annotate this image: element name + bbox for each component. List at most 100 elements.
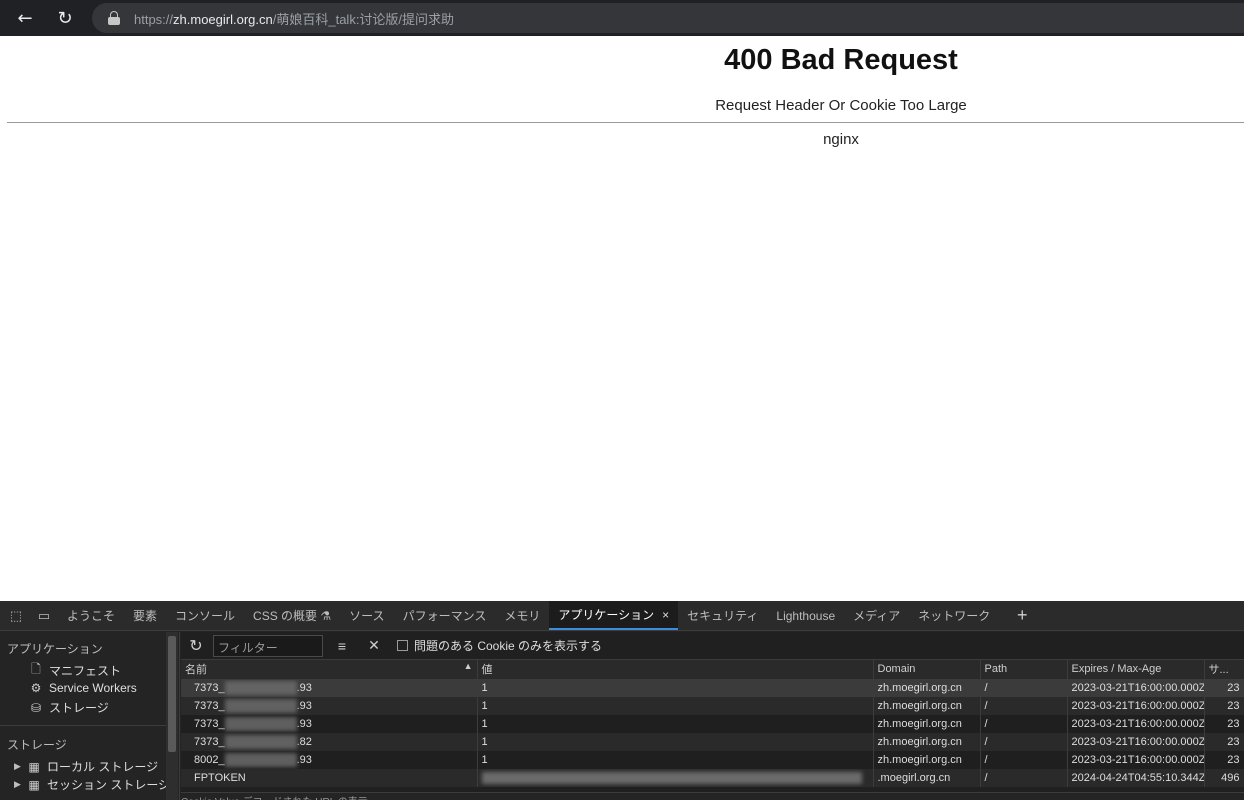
devtools-panel: ⬚ ▭ ようこそ 要素 コンソール CSS の概要 ⚗ ソース パフォーマンス … <box>0 601 1244 800</box>
cookie-path: / <box>980 715 1068 733</box>
tab-welcome[interactable]: ようこそ <box>58 601 124 630</box>
column-header-domain[interactable]: Domain <box>873 660 981 680</box>
column-header-path[interactable]: Path <box>980 660 1068 680</box>
url-text: https://zh.moegirl.org.cn/萌娘百科_talk:讨论版/… <box>134 11 455 27</box>
sidebar-item-manifest[interactable]: 🗋 マニフェスト <box>28 662 121 679</box>
cookie-domain: .moegirl.org.cn <box>873 769 981 787</box>
cookie-size: 23 <box>1204 733 1244 751</box>
table-row[interactable]: 8002_ .93 1 zh.moegirl.org.cn / 2023-03-2… <box>181 751 1244 769</box>
table-row[interactable]: 7373_ .93 1 zh.moegirl.org.cn / 2023-03-2… <box>181 697 1244 715</box>
sidebar-item-service-workers[interactable]: ⚙ Service Workers <box>28 681 137 695</box>
sidebar-scrollbar[interactable] <box>166 632 178 800</box>
cookie-path: / <box>980 679 1068 697</box>
close-icon[interactable]: × <box>662 608 669 622</box>
tab-network[interactable]: ネットワーク <box>909 601 999 630</box>
cookie-size: 496 <box>1204 769 1244 787</box>
sidebar-item-storage[interactable]: ⛁ ストレージ <box>28 699 109 716</box>
cookie-domain: zh.moegirl.org.cn <box>873 715 981 733</box>
inspect-icon[interactable]: ⬚ <box>2 601 30 630</box>
cookie-size: 23 <box>1204 697 1244 715</box>
column-header-name[interactable]: 名前 ▲ <box>181 660 478 680</box>
lock-icon <box>108 11 120 25</box>
server-name: nginx <box>823 131 859 148</box>
tab-security[interactable]: セキュリティ <box>678 601 767 630</box>
tab-application[interactable]: アプリケーション × <box>549 601 679 630</box>
cookie-value: 1 <box>477 679 874 697</box>
cookie-path: / <box>980 733 1068 751</box>
clear-filter-icon[interactable]: ≡ <box>329 635 355 657</box>
tab-elements[interactable]: 要素 <box>124 601 166 630</box>
tab-media[interactable]: メディア <box>844 601 909 630</box>
cookie-expires: 2023-03-21T16:00:00.000Z <box>1067 715 1205 733</box>
expand-arrow-icon[interactable]: ▶ <box>14 779 26 790</box>
cookie-domain: zh.moegirl.org.cn <box>873 679 981 697</box>
cookie-expires: 2023-03-21T16:00:00.000Z <box>1067 733 1205 751</box>
cookie-name: 7373_ .82 <box>181 733 478 751</box>
cookie-value-pane: Cookie Value デコードされた URL の表示 <box>181 792 1244 800</box>
issues-only-checkbox[interactable] <box>397 640 408 651</box>
grid-icon: ▦ <box>28 759 40 774</box>
cookie-path: / <box>980 697 1068 715</box>
sidebar-item-session-storage[interactable]: ▶ ▦ セッション ストレージ <box>14 776 170 793</box>
column-header-value[interactable]: 値 <box>477 660 874 680</box>
table-row[interactable]: FPTOKEN .moegirl.org.cn / 2024-04-24T04:… <box>181 769 1244 787</box>
cookie-value: 1 <box>477 751 874 769</box>
reload-button[interactable]: ↻ <box>45 0 85 36</box>
tab-lighthouse[interactable]: Lighthouse <box>767 601 844 630</box>
column-header-expires[interactable]: Expires / Max-Age <box>1067 660 1205 680</box>
error-title: 400 Bad Request <box>724 44 958 76</box>
cookie-name: 8002_ .93 <box>181 751 478 769</box>
cookie-expires: 2023-03-21T16:00:00.000Z <box>1067 751 1205 769</box>
table-row[interactable]: 7373_ .93 1 zh.moegirl.org.cn / 2023-03-2… <box>181 715 1244 733</box>
table-row[interactable]: 7373_ .82 1 zh.moegirl.org.cn / 2023-03-2… <box>181 733 1244 751</box>
tab-performance[interactable]: パフォーマンス <box>394 601 496 630</box>
cookie-value: 1 <box>477 697 874 715</box>
back-button[interactable]: ← <box>5 0 45 36</box>
cookie-expires: 2024-04-24T04:55:10.344Z <box>1067 769 1205 787</box>
expand-arrow-icon[interactable]: ▶ <box>14 761 26 772</box>
table-row[interactable]: 7373_ .93 1 zh.moegirl.org.cn / 2023-03-2… <box>181 679 1244 697</box>
cookie-value: 1 <box>477 733 874 751</box>
sidebar-item-local-storage[interactable]: ▶ ▦ ローカル ストレージ <box>14 758 158 775</box>
cookie-name: 7373_ .93 <box>181 679 478 697</box>
filter-input[interactable]: フィルター <box>213 634 323 657</box>
tab-sources[interactable]: ソース <box>340 601 393 630</box>
close-icon[interactable]: ✕ <box>361 635 387 657</box>
cookie-size: 23 <box>1204 751 1244 769</box>
file-icon: 🗋 <box>31 662 41 676</box>
tab-memory[interactable]: メモリ <box>495 601 549 630</box>
refresh-icon[interactable]: ↻ <box>181 636 211 656</box>
cookie-expires: 2023-03-21T16:00:00.000Z <box>1067 679 1205 697</box>
cookie-expires: 2023-03-21T16:00:00.000Z <box>1067 697 1205 715</box>
tab-application-label: アプリケーション <box>558 608 655 622</box>
cookie-value <box>477 769 874 787</box>
devtools-tabbar: ⬚ ▭ ようこそ 要素 コンソール CSS の概要 ⚗ ソース パフォーマンス … <box>0 601 1244 631</box>
application-sidebar: アプリケーション 🗋 マニフェスト ⚙ Service Workers ⛁ スト… <box>0 632 180 800</box>
cookie-domain: zh.moegirl.org.cn <box>873 697 981 715</box>
sidebar-section-storage: ストレージ <box>7 738 67 752</box>
sidebar-divider <box>0 725 166 726</box>
cookies-toolbar: ↻ フィルター ≡ ✕ 問題のある Cookie のみを表示する <box>181 632 1244 660</box>
page-content: 400 Bad Request Request Header Or Cookie… <box>0 36 1244 601</box>
tab-console[interactable]: コンソール <box>166 601 244 630</box>
sort-ascending-icon: ▲ <box>463 661 473 672</box>
cookies-panel: ↻ フィルター ≡ ✕ 問題のある Cookie のみを表示する 名前 ▲ 値 D… <box>181 632 1244 800</box>
grid-icon: ▦ <box>28 777 40 792</box>
address-bar[interactable]: https://zh.moegirl.org.cn/萌娘百科_talk:讨论版/… <box>92 3 1244 33</box>
reload-icon: ↻ <box>57 7 73 29</box>
database-icon: ⛁ <box>30 700 42 715</box>
cookie-size: 23 <box>1204 715 1244 733</box>
tab-css-overview[interactable]: CSS の概要 ⚗ <box>244 601 340 630</box>
column-header-size[interactable]: サ... <box>1204 660 1244 680</box>
cookies-table: 名前 ▲ 値 Domain Path Expires / Max-Age サ...… <box>181 660 1244 787</box>
cookie-name: FPTOKEN <box>181 769 478 787</box>
cookie-size: 23 <box>1204 679 1244 697</box>
device-toolbar-icon[interactable]: ▭ <box>30 601 58 630</box>
cookie-domain: zh.moegirl.org.cn <box>873 733 981 751</box>
browser-toolbar: ← ↻ https://zh.moegirl.org.cn/萌娘百科_talk:… <box>0 0 1244 36</box>
cookie-domain: zh.moegirl.org.cn <box>873 751 981 769</box>
divider <box>7 122 1244 123</box>
plus-icon[interactable]: + <box>1007 601 1037 630</box>
cookie-value: 1 <box>477 715 874 733</box>
error-subtitle: Request Header Or Cookie Too Large <box>715 97 967 114</box>
